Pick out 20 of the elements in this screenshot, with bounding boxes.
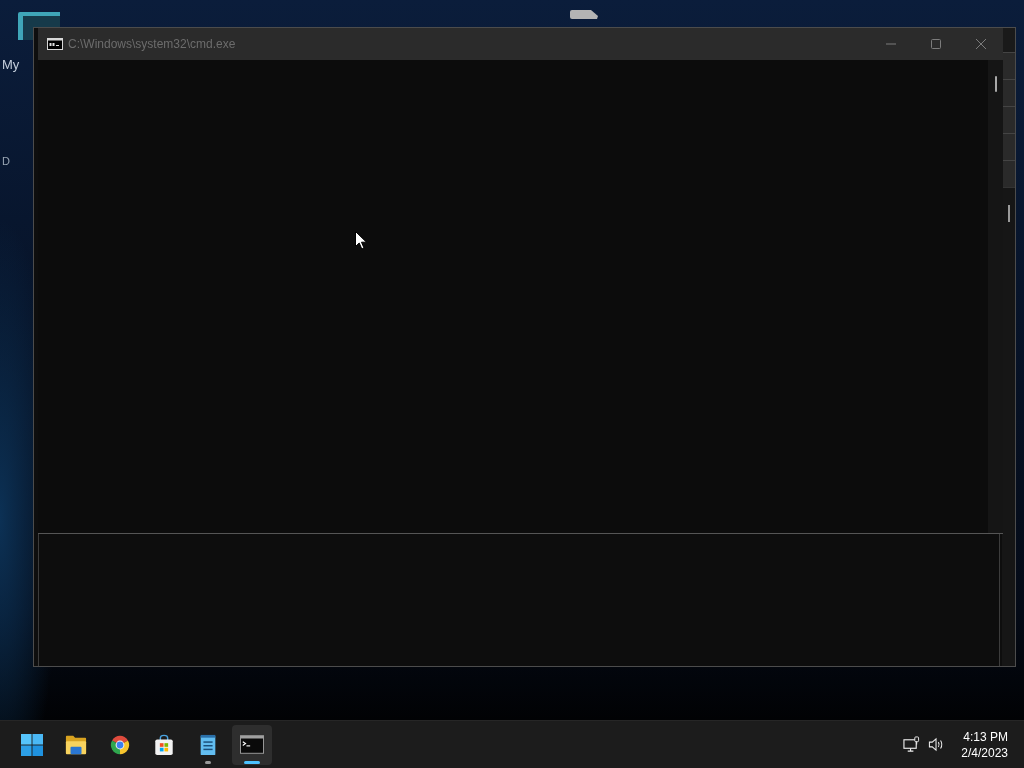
mouse-pointer-icon [355,231,367,250]
shortcut-label[interactable]: D [2,153,10,169]
network-icon[interactable] [903,736,921,753]
scrollbar[interactable] [988,60,1003,533]
maximize-icon [930,39,941,49]
terminal-icon [47,38,63,50]
clock-date[interactable]: 2/4/2023 [961,744,1008,761]
terminal-icon [240,735,264,754]
scrollbar-thumb[interactable] [1007,205,1010,222]
clock-time[interactable]: 4:13 PM [963,728,1008,745]
folder-icon [65,733,87,756]
terminal-button[interactable] [232,724,272,765]
close-icon [975,39,986,49]
window-title: C:\Windows\system32\cmd.exe [68,37,236,51]
windows-logo-icon [21,733,43,756]
window-edge-fragment [570,10,598,19]
shopping-bag-icon [153,733,175,756]
browser-icon [109,733,131,756]
scrollbar-thumb[interactable] [994,76,997,92]
shortcut-label[interactable]: My [2,57,20,73]
